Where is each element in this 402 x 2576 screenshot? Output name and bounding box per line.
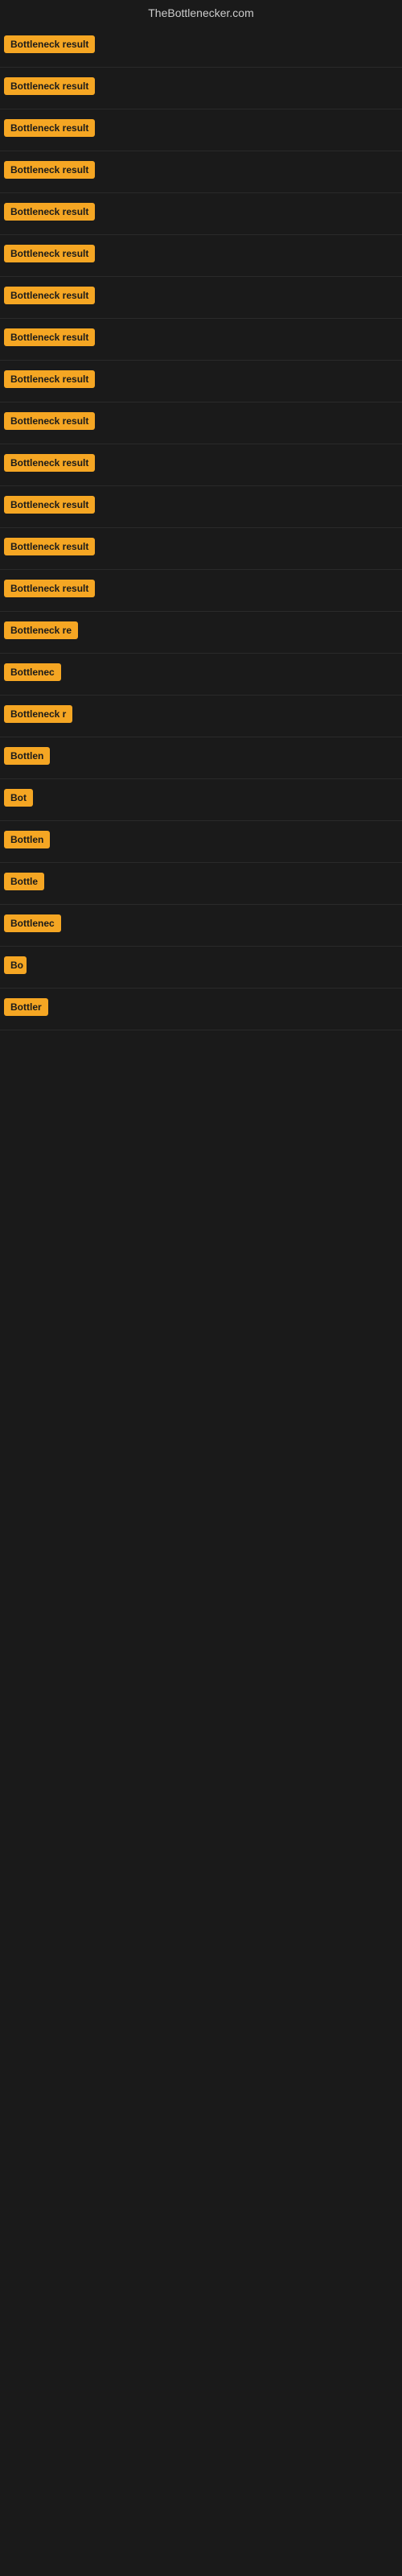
- bottleneck-badge-14[interactable]: Bottleneck result: [4, 580, 95, 597]
- results-container: Bottleneck result Bottleneck result Bottle…: [0, 26, 402, 1030]
- bottleneck-badge-24[interactable]: Bottler: [4, 998, 48, 1016]
- bottleneck-badge-19[interactable]: Bot: [4, 789, 33, 807]
- result-row-19: Bot: [0, 779, 402, 821]
- result-row-1: Bottleneck result: [0, 26, 402, 68]
- result-row-23: Bo: [0, 947, 402, 989]
- bottleneck-badge-13[interactable]: Bottleneck result: [4, 538, 95, 555]
- site-title: TheBottlenecker.com: [0, 0, 402, 26]
- bottleneck-badge-16[interactable]: Bottlenec: [4, 663, 61, 681]
- bottleneck-badge-8[interactable]: Bottleneck result: [4, 328, 95, 346]
- bottleneck-badge-22[interactable]: Bottlenec: [4, 914, 61, 932]
- bottleneck-badge-17[interactable]: Bottleneck r: [4, 705, 72, 723]
- result-row-20: Bottlen: [0, 821, 402, 863]
- result-row-13: Bottleneck result: [0, 528, 402, 570]
- result-row-22: Bottlenec: [0, 905, 402, 947]
- result-row-12: Bottleneck result: [0, 486, 402, 528]
- result-row-16: Bottlenec: [0, 654, 402, 696]
- bottleneck-badge-15[interactable]: Bottleneck re: [4, 621, 78, 639]
- result-row-8: Bottleneck result: [0, 319, 402, 361]
- bottleneck-badge-10[interactable]: Bottleneck result: [4, 412, 95, 430]
- bottleneck-badge-4[interactable]: Bottleneck result: [4, 161, 95, 179]
- page-wrapper: TheBottlenecker.com Bottleneck resultBot…: [0, 0, 402, 2576]
- result-row-14: Bottleneck result: [0, 570, 402, 612]
- bottleneck-badge-18[interactable]: Bottlen: [4, 747, 50, 765]
- result-row-7: Bottleneck result: [0, 277, 402, 319]
- result-row-17: Bottleneck r: [0, 696, 402, 737]
- result-row-9: Bottleneck result: [0, 361, 402, 402]
- result-row-3: Bottleneck result: [0, 109, 402, 151]
- result-row-24: Bottler: [0, 989, 402, 1030]
- result-row-18: Bottlen: [0, 737, 402, 779]
- bottleneck-badge-21[interactable]: Bottle: [4, 873, 44, 890]
- result-row-21: Bottle: [0, 863, 402, 905]
- result-row-5: Bottleneck result: [0, 193, 402, 235]
- result-row-4: Bottleneck result: [0, 151, 402, 193]
- bottleneck-badge-20[interactable]: Bottlen: [4, 831, 50, 848]
- bottleneck-badge-3[interactable]: Bottleneck result: [4, 119, 95, 137]
- bottleneck-badge-11[interactable]: Bottleneck result: [4, 454, 95, 472]
- result-row-15: Bottleneck re: [0, 612, 402, 654]
- bottleneck-badge-23[interactable]: Bo: [4, 956, 27, 974]
- bottleneck-badge-7[interactable]: Bottleneck result: [4, 287, 95, 304]
- bottleneck-badge-2[interactable]: Bottleneck result: [4, 77, 95, 95]
- result-row-10: Bottleneck result: [0, 402, 402, 444]
- bottleneck-badge-6[interactable]: Bottleneck result: [4, 245, 95, 262]
- bottleneck-badge-5[interactable]: Bottleneck result: [4, 203, 95, 221]
- result-row-11: Bottleneck result: [0, 444, 402, 486]
- bottleneck-badge-12[interactable]: Bottleneck result: [4, 496, 95, 514]
- bottleneck-badge-9[interactable]: Bottleneck result: [4, 370, 95, 388]
- bottleneck-badge-1[interactable]: Bottleneck result: [4, 35, 95, 53]
- result-row-6: Bottleneck result: [0, 235, 402, 277]
- result-row-2: Bottleneck result: [0, 68, 402, 109]
